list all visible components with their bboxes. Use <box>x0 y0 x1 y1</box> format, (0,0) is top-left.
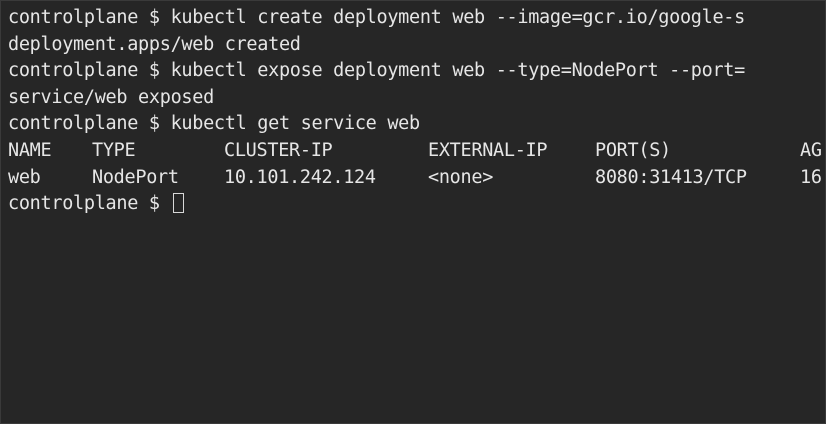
prompt-text: controlplane $ <box>8 193 171 215</box>
cursor <box>172 193 184 214</box>
output-line-1: controlplane $ kubectl create deployment… <box>8 7 745 28</box>
output-line-3: controlplane $ kubectl expose deployment… <box>8 60 745 82</box>
prompt-line[interactable]: controlplane $ <box>8 191 825 218</box>
output-line-4: service/web exposed <box>8 86 214 108</box>
header-type: TYPE <box>92 139 136 161</box>
cell-age: 16 <box>800 166 822 188</box>
output-line-5: controlplane $ kubectl get service web <box>8 113 420 135</box>
output-line-2: deployment.apps/web created <box>8 33 301 55</box>
table-header-row: NAME TYPE CLUSTER-IP EXTERNAL-IP PORT(S)… <box>8 138 825 165</box>
cell-name: web <box>8 166 41 188</box>
service-table: NAME TYPE CLUSTER-IP EXTERNAL-IP PORT(S)… <box>8 138 825 191</box>
cell-ports: 8080:31413/TCP <box>595 166 747 188</box>
header-cluster-ip: CLUSTER-IP <box>224 139 333 161</box>
header-ports: PORT(S) <box>595 139 671 161</box>
table-row: web NodePort 10.101.242.124 <none> 8080:… <box>8 165 825 192</box>
cell-cluster-ip: 10.101.242.124 <box>224 166 376 188</box>
header-age: AG <box>800 139 822 161</box>
cell-external-ip: <none> <box>428 166 494 188</box>
header-name: NAME <box>8 139 52 161</box>
terminal-window[interactable]: controlplane $ kubectl create deployment… <box>0 0 826 424</box>
header-external-ip: EXTERNAL-IP <box>428 139 548 161</box>
cell-type: NodePort <box>92 166 179 188</box>
